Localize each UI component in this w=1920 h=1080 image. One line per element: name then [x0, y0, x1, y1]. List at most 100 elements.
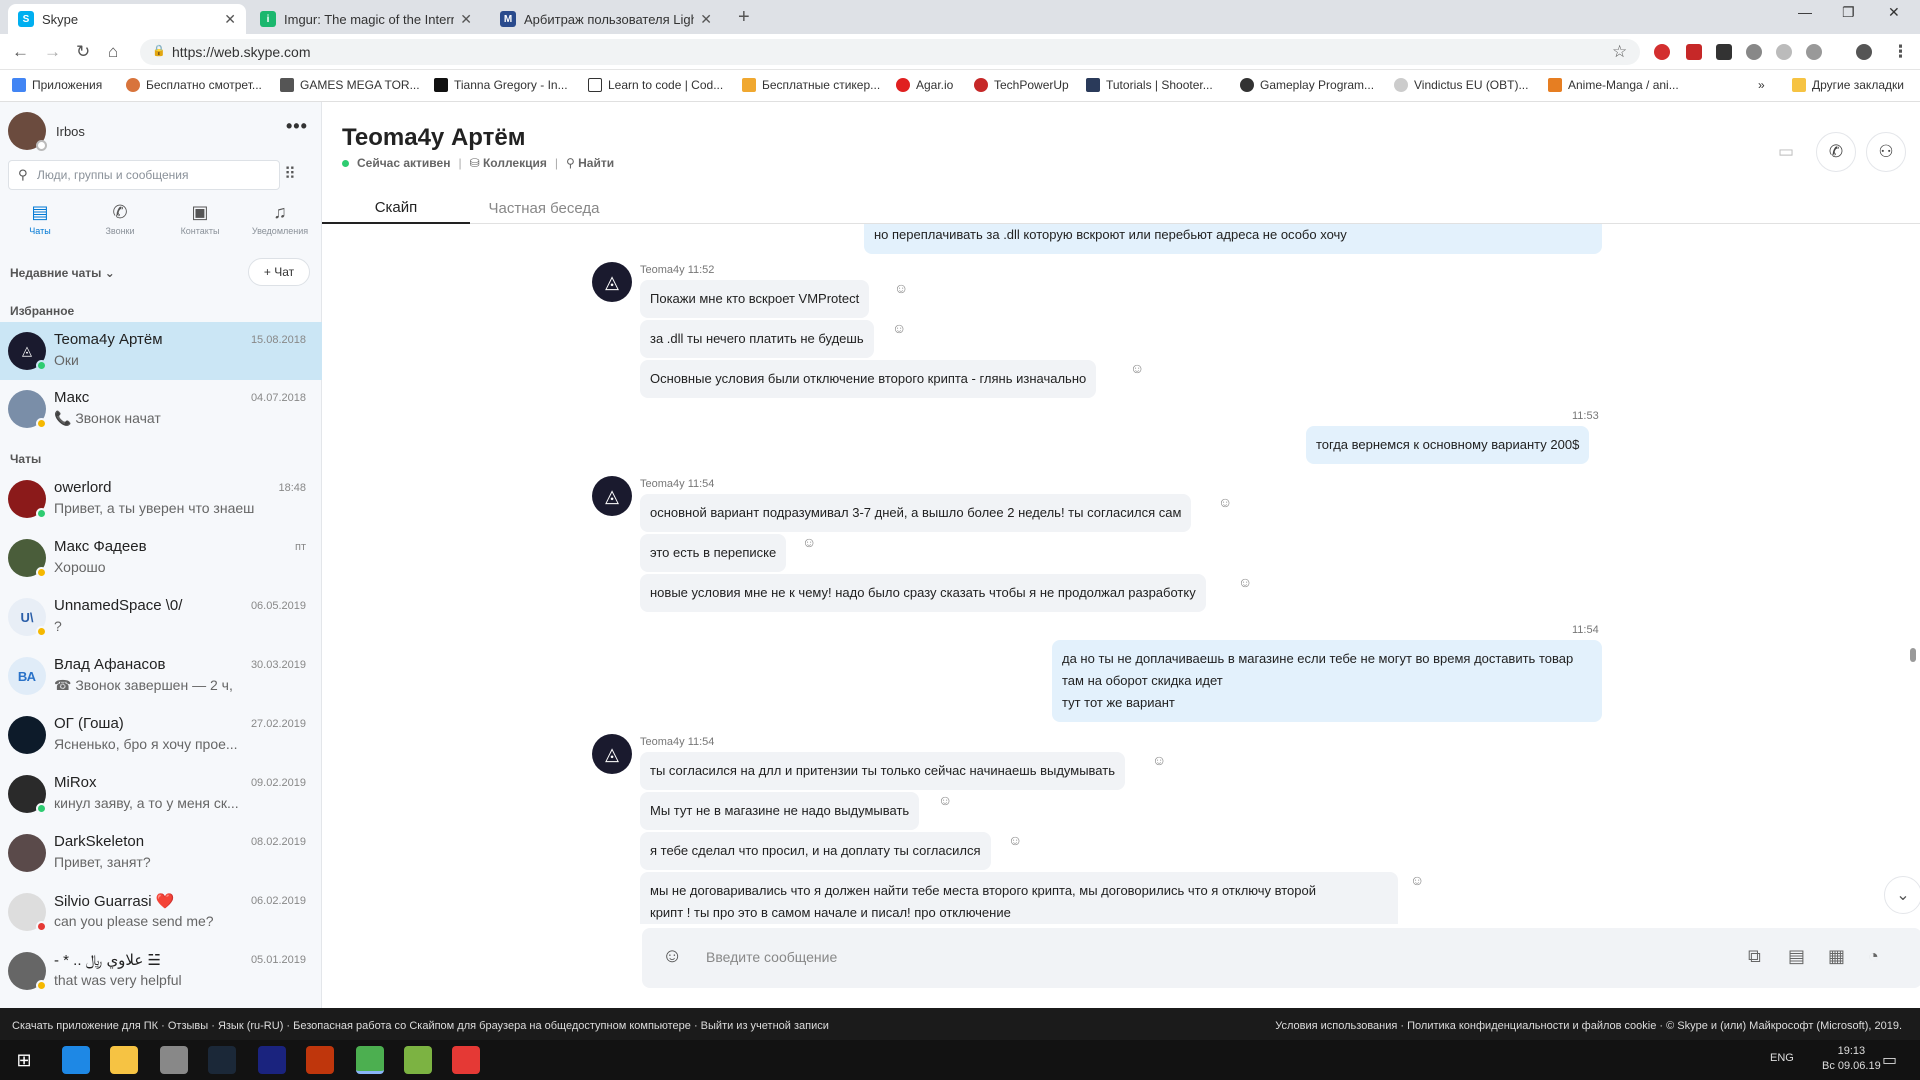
message-bubble-out[interactable]: тогда вернемся к основному варианту 200$ [1306, 426, 1590, 464]
back-icon[interactable]: ← [12, 42, 29, 62]
home-icon[interactable]: ⌂ [108, 42, 118, 62]
chat-item-teoma4y[interactable]: ◬ Teoma4y Артём Оки 15.08.2018 [0, 322, 322, 380]
nav-chats[interactable]: ▤ Чаты [0, 202, 80, 236]
extension-icon[interactable] [1806, 44, 1822, 60]
menu-icon[interactable]: ⋮ [1892, 42, 1909, 62]
poll-icon[interactable]: ◔ [1868, 946, 1879, 967]
react-icon[interactable]: ☺ [938, 792, 952, 808]
extension-icon[interactable] [1716, 44, 1732, 60]
react-icon[interactable]: ☺ [1410, 872, 1424, 888]
restore-icon[interactable]: ❐ [1842, 4, 1855, 21]
search-input[interactable]: ⚲ Люди, группы и сообщения [8, 160, 280, 190]
notifications-icon[interactable]: ▭ [1882, 1050, 1897, 1070]
new-tab-button[interactable]: + [738, 6, 750, 29]
close-icon[interactable]: ✕ [460, 11, 472, 28]
reload-icon[interactable]: ↻ [76, 42, 90, 62]
chat-item[interactable]: Silvio Guarrasi ❤️ can you please send m… [0, 883, 322, 941]
bookmark-item[interactable]: Agar.io [896, 78, 953, 92]
tab-imgur[interactable]: i Imgur: The magic of the Internet ✕ [250, 4, 482, 34]
ide-icon[interactable] [452, 1046, 480, 1074]
clock[interactable]: 19:13 Вс 09.06.19 [1822, 1044, 1881, 1074]
app-icon[interactable] [306, 1046, 334, 1074]
contact-card-icon[interactable]: ▤ [1788, 946, 1805, 967]
bookmark-item[interactable]: Бесплатно смотрет... [126, 78, 262, 92]
extension-icon[interactable] [1746, 44, 1762, 60]
message-bubble-in[interactable]: Основные условия были отключение второго… [640, 360, 1097, 398]
tab-lightf[interactable]: M Арбитраж пользователя LightF... ✕ [490, 4, 722, 34]
footer-links-right[interactable]: Условия использования · Политика конфиде… [1275, 1020, 1902, 1032]
bookmark-item[interactable]: Learn to code | Cod... [588, 78, 723, 92]
message-bubble-in[interactable]: я тебе сделал что просил, и на доплату т… [640, 832, 991, 870]
bookmarks-overflow-button[interactable]: » [1758, 78, 1765, 92]
chat-item[interactable]: DarkSkeleton Привет, занят? 08.02.2019 [0, 824, 322, 882]
bookmark-apps[interactable]: Приложения [12, 78, 102, 92]
tab-skype[interactable]: S Skype ✕ [8, 4, 246, 34]
edge-icon[interactable] [62, 1046, 90, 1074]
emoji-icon[interactable]: ☺ [662, 945, 682, 968]
bookmark-item[interactable]: Бесплатные стикер... [742, 78, 880, 92]
message-input[interactable]: Введите сообщение [706, 949, 837, 965]
tab-private[interactable]: Частная беседа [470, 192, 618, 224]
chat-item[interactable]: U\ UnnamedSpace \0/ ? 06.05.2019 [0, 588, 322, 646]
message-bubble-in[interactable]: Мы тут не в магазине не надо выдумывать [640, 792, 920, 830]
app-icon[interactable] [160, 1046, 188, 1074]
message-bubble-in[interactable]: основной вариант подразумивал 3-7 дней, … [640, 494, 1192, 532]
recent-chats-dropdown[interactable]: Недавние чаты ⌄ [10, 266, 115, 280]
message-bubble-in[interactable]: это есть в переписке [640, 534, 787, 572]
nav-calls[interactable]: ✆ Звонки [80, 202, 160, 236]
adblock-icon[interactable] [1686, 44, 1702, 60]
react-icon[interactable]: ☺ [892, 320, 906, 336]
chat-item[interactable]: owerlord Привет, а ты уверен что знаеш..… [0, 470, 322, 528]
bookmark-item[interactable]: TechPowerUp [974, 78, 1069, 92]
message-bubble-in[interactable]: новые условия мне не к чему! надо было с… [640, 574, 1206, 612]
send-image-icon[interactable]: ⧉ [1748, 946, 1761, 967]
scroll-to-bottom-button[interactable]: ⌄ [1884, 876, 1920, 914]
profile-icon[interactable] [1856, 44, 1872, 60]
bookmark-item[interactable]: Vindictus EU (OBT)... [1394, 78, 1528, 92]
bookmark-item[interactable]: Tianna Gregory - In... [434, 78, 568, 92]
chat-item-maks[interactable]: Макс 📞 Звонок начат 04.07.2018 [0, 380, 322, 438]
notepad-icon[interactable] [404, 1046, 432, 1074]
chat-item[interactable]: Макс Фадеев Хорошо пт [0, 529, 322, 587]
react-icon[interactable]: ☺ [802, 534, 816, 550]
message-bubble-in[interactable]: Покажи мне кто вскроет VMProtect [640, 280, 870, 318]
schedule-icon[interactable]: ▦ [1828, 946, 1845, 967]
chat-item[interactable]: ВА Влад Афанасов ☎ Звонок завершен — 2 ч… [0, 647, 322, 705]
nav-notifications[interactable]: ♫ Уведомления [240, 202, 320, 236]
close-icon[interactable]: ✕ [224, 11, 236, 28]
find-link[interactable]: ⚲ Найти [566, 156, 614, 170]
chat-item[interactable]: - * .. علاوي ﷼ ☱ that was very helpful 0… [0, 942, 322, 1000]
video-call-button[interactable]: ▭ [1766, 132, 1806, 172]
bookmark-item[interactable]: GAMES MEGA TOR... [280, 78, 420, 92]
footer-links-left[interactable]: Скачать приложение для ПК · Отзывы · Язы… [12, 1020, 829, 1032]
react-icon[interactable]: ☺ [1008, 832, 1022, 848]
nav-contacts[interactable]: ▣ Контакты [160, 202, 240, 236]
react-icon[interactable]: ☺ [1152, 752, 1166, 768]
dialpad-icon[interactable]: ⠿ [284, 164, 296, 184]
message-bubble-out[interactable]: да но ты не доплачиваешь в магазине если… [1052, 640, 1602, 722]
tab-skype[interactable]: Скайп [322, 192, 470, 224]
react-icon[interactable]: ☺ [1130, 360, 1144, 376]
language-indicator[interactable]: ENG [1770, 1052, 1794, 1064]
message-bubble-in[interactable]: мы не договаривались что я должен найти … [640, 872, 1398, 924]
close-icon[interactable]: ✕ [700, 11, 712, 28]
bookmark-item[interactable]: Tutorials | Shooter... [1086, 78, 1213, 92]
chat-item[interactable]: ОГ (Гоша) Ясненько, бро я хочу прое... 2… [0, 706, 322, 764]
chrome-icon[interactable] [356, 1046, 384, 1074]
scrollbar[interactable] [1910, 648, 1916, 662]
extension-icon[interactable] [1776, 44, 1792, 60]
more-options-icon[interactable]: ••• [286, 116, 308, 137]
window-close-icon[interactable]: ✕ [1888, 4, 1900, 21]
bookmark-star-icon[interactable]: ☆ [1612, 42, 1627, 62]
bookmark-item[interactable]: Gameplay Program... [1240, 78, 1374, 92]
react-icon[interactable]: ☺ [894, 280, 908, 296]
url-field[interactable]: 🔒 https://web.skype.com [140, 39, 1640, 65]
minimize-icon[interactable]: — [1798, 4, 1812, 20]
profile[interactable]: Irbos [8, 112, 85, 151]
audio-call-button[interactable]: ✆ [1816, 132, 1856, 172]
message-bubble-in[interactable]: за .dll ты нечего платить не будешь [640, 320, 874, 358]
steam-icon[interactable] [208, 1046, 236, 1074]
collection-link[interactable]: ⛁ Коллекция [470, 156, 547, 170]
react-icon[interactable]: ☺ [1218, 494, 1232, 510]
explorer-icon[interactable] [110, 1046, 138, 1074]
